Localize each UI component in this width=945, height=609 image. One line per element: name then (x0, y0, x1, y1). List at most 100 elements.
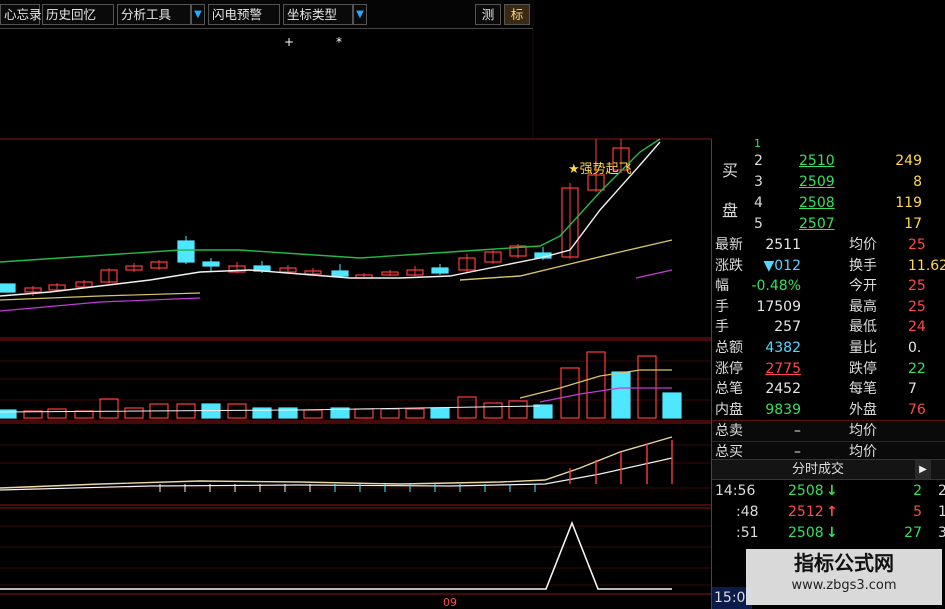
buy-level-volume: 8 (913, 174, 922, 190)
quote-label-2: 外盘 (849, 401, 877, 418)
quote-value: 2452 (765, 381, 801, 398)
mark-button[interactable]: 标 (504, 4, 530, 25)
quote-value: ▼012 (763, 257, 802, 274)
quote-label-2: 最低 (849, 319, 877, 336)
analysis-tools-button[interactable]: 分析工具 (117, 4, 191, 25)
quote-label-2: 每笔 (849, 381, 877, 398)
buy-level-index: 5 (754, 216, 763, 232)
quote-label-2: 均价 (849, 237, 877, 253)
buy-level-volume: 249 (895, 153, 922, 169)
play-icon[interactable]: ▶ (915, 460, 931, 479)
quote-value-2: 0. (908, 340, 922, 356)
quote-label-2: 换手 (849, 257, 877, 274)
quote-value-2: 76 (908, 401, 926, 418)
quote-value: 9839 (765, 401, 801, 418)
signal-spike-line (0, 520, 672, 590)
memo-button[interactable]: 心忘录 (0, 4, 42, 25)
buy-level-price: 2508 (799, 195, 835, 211)
volume-bar (303, 409, 323, 419)
volume-bar (74, 410, 94, 419)
quote-value-2: 25 (908, 278, 926, 295)
quote-value-2: 24 (908, 319, 926, 336)
ma-line-white (0, 141, 661, 297)
buy-level-index: 3 (754, 174, 763, 190)
trade-price: 2508 (788, 483, 824, 499)
quote-label: 总额 (715, 340, 743, 356)
quote-panel: 1 买 盘 2 2510 249 3 2509 8 4 2508 119 5 2507 17 最新 25… (711, 138, 945, 609)
candle-body (177, 240, 195, 263)
quote-row: 涨跌 ▼012 换手 11.62 (712, 256, 945, 277)
quote-value-2: 22 (908, 360, 926, 377)
trade-direction-icon: ↑ (826, 504, 838, 520)
trade-extra: 3 (938, 525, 945, 541)
coordinate-type-button[interactable]: 坐标类型 (283, 4, 353, 25)
volume-bar (354, 408, 374, 419)
trade-direction-icon: ↓ (826, 483, 838, 499)
pattern-signal-label: ★强势起飞 (568, 161, 632, 177)
kline-chart-area[interactable]: + * ★强势起飞 09 (0, 0, 711, 609)
analysis-tools-dropdown-icon[interactable]: ▼ (191, 4, 205, 25)
coordinate-type-dropdown-icon[interactable]: ▼ (353, 4, 367, 25)
buy-level-index: 2 (754, 153, 763, 169)
buy-level-row[interactable]: 4 2508 119 (752, 193, 945, 214)
buy-level-volume: 17 (904, 216, 922, 232)
trade-ticker-header: 分时成交 ▶ (712, 459, 945, 480)
trade-price: 2512 (788, 504, 824, 520)
site-watermark: 指标公式网 www.zbgs3.com (746, 549, 942, 605)
volume-ma-yellow (519, 369, 672, 399)
quote-value: 4382 (765, 340, 801, 356)
quote-value: -0.48% (751, 278, 801, 295)
trade-time: 14:56 (715, 483, 756, 499)
trade-time: :51 (736, 525, 759, 541)
buy-level-index: 4 (754, 195, 763, 211)
quote-row: 手 17509 最高 25 (712, 297, 945, 318)
trade-price: 2508 (788, 525, 824, 541)
quote-row: 涨停 2775 跌停 22 (712, 359, 945, 380)
trade-volume: 2 (913, 483, 922, 499)
quote-value: 2511 (765, 237, 801, 253)
buy-level-volume: 119 (895, 195, 922, 211)
quote-row: 最新 2511 均价 25 (712, 235, 945, 256)
quote-value: 257 (774, 319, 801, 336)
quote-row: 幅 -0.48% 今开 25 (712, 276, 945, 297)
trade-row: 14:56 2508 ↓ 2 2 (712, 481, 945, 502)
trade-time: :48 (736, 504, 759, 520)
watermark-title: 指标公式网 (794, 551, 894, 575)
quote-label-2: 量比 (849, 340, 877, 356)
quote-label: 总卖 (715, 423, 743, 440)
quote-value-2: 7 (908, 381, 917, 398)
quote-label-2: 均价 (849, 423, 877, 440)
history-review-button[interactable]: 历史回忆 (42, 4, 114, 25)
quote-value: 17509 (756, 298, 801, 315)
volume-bar (662, 392, 682, 419)
quote-label: 手 (715, 319, 729, 336)
volume-bar (278, 407, 298, 419)
measure-button[interactable]: 测 (475, 4, 501, 25)
buy-level-row[interactable]: 2 2510 249 (752, 151, 945, 172)
plus-marker-icon: + (284, 35, 294, 49)
trade-extra: 1 (938, 504, 945, 520)
volume-bar (483, 402, 503, 419)
buy-level-price: 2510 (799, 153, 835, 169)
trade-direction-icon: ↓ (826, 525, 838, 541)
volume-bar (0, 409, 17, 419)
volume-bar (252, 407, 272, 419)
pan-char: 盘 (722, 201, 739, 220)
buy-level-row[interactable]: 5 2507 17 (752, 214, 945, 235)
flash-alert-button[interactable]: 闪电预警 (208, 4, 280, 25)
volume-bar (611, 371, 631, 419)
volume-bar (227, 403, 247, 419)
quote-value: – (794, 423, 801, 440)
volume-bar (99, 398, 119, 419)
quote-label: 涨跌 (715, 257, 743, 274)
trade-row: :51 2508 ↓ 27 3 (712, 523, 945, 544)
buy-level-row[interactable]: 3 2509 8 (752, 172, 945, 193)
volume-bar (430, 407, 450, 419)
quote-value-2: 11.62 (908, 257, 945, 274)
buy-level-price: 2509 (799, 174, 835, 190)
watermark-url: www.zbgs3.com (791, 578, 897, 593)
candle-body (202, 261, 220, 267)
quote-row: 总额 4382 量比 0. (712, 338, 945, 359)
quote-label: 最新 (715, 237, 743, 253)
quote-row: 总笔 2452 每笔 7 (712, 379, 945, 400)
